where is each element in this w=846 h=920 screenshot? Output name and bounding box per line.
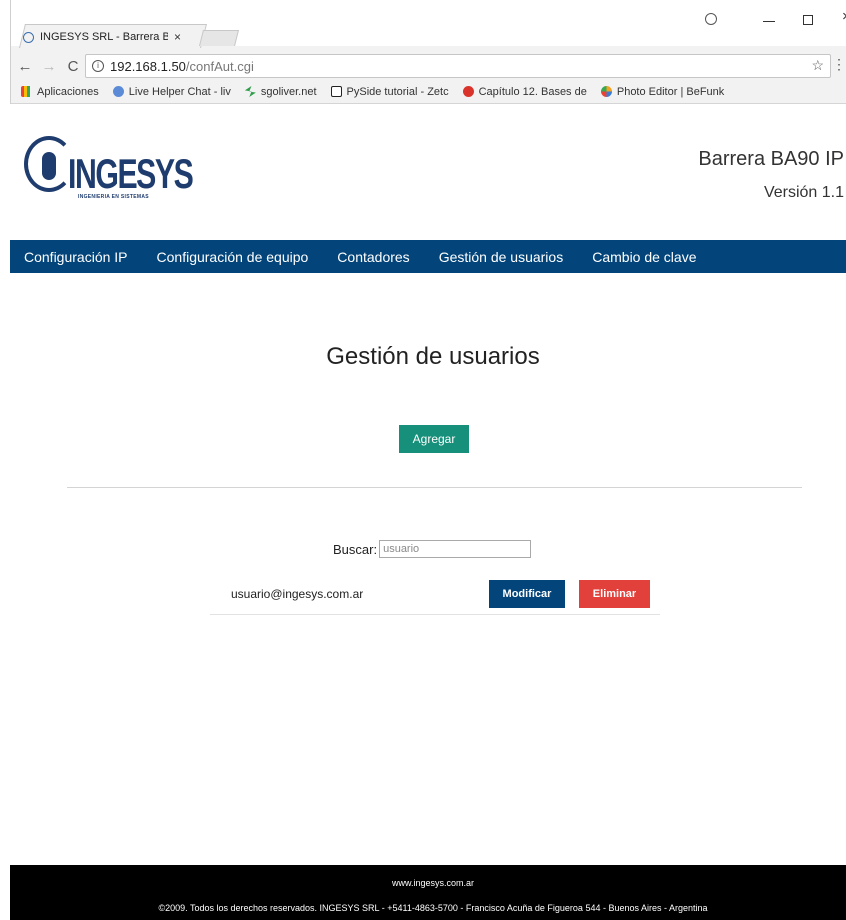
modify-user-button[interactable]: Modificar [489,580,565,608]
bookmark-item[interactable]: sgoliver.net [244,85,317,98]
capitulo-icon [462,86,474,97]
live-helper-icon [112,86,124,97]
bookmarks-bar: Aplicaciones Live Helper Chat - liv sgol… [11,80,846,104]
user-email: usuario@ingesys.com.ar [231,587,364,601]
new-tab-button[interactable] [199,30,239,46]
address-bar[interactable]: i 192.168.1.50/confAut.cgi ☆ [85,54,831,78]
divider [67,487,802,488]
logo-subtitle: INGENIERIA EN SISTEMAS [78,194,149,200]
tab-title: INGESYS SRL - Barrera B [40,31,168,43]
forward-arrow-icon[interactable]: → [39,58,59,75]
reload-icon[interactable]: C [63,58,83,75]
bookmark-label: Live Helper Chat - liv [128,85,231,98]
footer-site-link[interactable]: www.ingesys.com.ar [10,878,846,888]
ingesys-logo: INGESYS INGENIERIA EN SISTEMAS [24,136,194,206]
bookmark-item[interactable]: Live Helper Chat - liv [112,85,231,98]
bookmark-item[interactable]: PySide tutorial - Zetc [330,85,449,98]
user-row: usuario@ingesys.com.ar Modificar Elimina… [210,575,660,615]
bookmark-label: Photo Editor | BeFunk [616,85,725,98]
product-name: Barrera BA90 IP [698,148,844,170]
sgoliver-icon [244,86,256,97]
nav-contadores[interactable]: Contadores [337,249,409,265]
product-version: Versión 1.1 [763,184,844,201]
nav-cambio-clave[interactable]: Cambio de clave [592,249,696,265]
apps-icon [21,86,32,97]
main-content: Gestión de usuarios Agregar Buscar: usua… [10,273,846,865]
url-path: /confAut.cgi [185,58,254,74]
browser-window: INGESYS SRL - Barrera B × × ← → C i 192.… [10,0,846,104]
ingesys-favicon-icon [23,31,34,43]
bookmark-label: sgoliver.net [260,85,317,98]
info-icon[interactable]: i [92,60,104,72]
window-close-icon[interactable]: × [842,8,846,25]
url-host: 192.168.1.50 [110,58,186,74]
bookmark-label: PySide tutorial - Zetc [346,85,449,98]
bookmark-star-icon[interactable]: ☆ [811,57,824,74]
delete-user-button[interactable]: Eliminar [579,580,650,608]
bookmark-label: Capítulo 12. Bases de [478,85,587,98]
browser-toolbar: ← → C i 192.168.1.50/confAut.cgi ☆ [11,52,846,80]
nav-configuracion-equipo[interactable]: Configuración de equipo [157,249,309,265]
logo-text: INGESYS [68,150,194,197]
photo-editor-icon [600,86,612,97]
page-header: INGESYS INGENIERIA EN SISTEMAS Barrera B… [10,104,846,240]
logo-mark-icon [24,136,74,192]
tab-strip: INGESYS SRL - Barrera B × × [11,0,846,48]
nav-gestion-usuarios[interactable]: Gestión de usuarios [439,249,564,265]
back-arrow-icon[interactable]: ← [15,58,35,75]
bookmark-item[interactable]: Photo Editor | BeFunk [600,85,725,98]
bookmark-item[interactable]: Aplicaciones [21,86,99,98]
footer-copyright: ©2009. Todos los derechos reservados. IN… [158,903,708,913]
main-nav: Configuración IP Configuración de equipo… [10,240,846,273]
profile-icon[interactable] [705,13,717,25]
browser-menu-icon[interactable]: ⋮ [832,56,846,73]
search-row: Buscar: [333,540,532,558]
pyside-icon [330,86,342,97]
bookmark-label: Aplicaciones [37,85,99,98]
tab-close-icon[interactable]: × [174,30,181,44]
maximize-icon[interactable] [803,15,813,25]
add-user-button[interactable]: Agregar [399,425,469,453]
page-title: Gestión de usuarios [326,343,540,370]
page-footer: www.ingesys.com.ar ©2009. Todos los dere… [10,865,846,920]
nav-configuracion-ip[interactable]: Configuración IP [24,249,128,265]
search-input[interactable] [379,540,532,558]
minimize-icon[interactable] [763,12,775,22]
browser-tab-content[interactable]: INGESYS SRL - Barrera B × [23,27,203,47]
bookmark-item[interactable]: Capítulo 12. Bases de [462,85,587,98]
search-label: Buscar: [333,541,378,557]
